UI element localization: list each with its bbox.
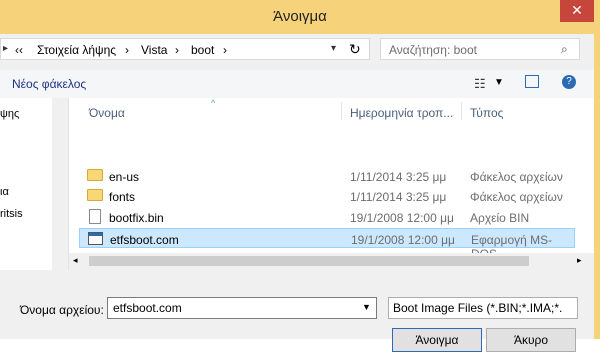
file-type-select[interactable]: Boot Image Files (*.BIN;*.IMA;*.	[388, 297, 578, 319]
filename-value: etfsboot.com	[113, 301, 182, 315]
sort-arrow-icon: ^	[211, 98, 216, 108]
close-button[interactable]: ✕	[560, 0, 594, 22]
help-icon[interactable]: ?	[562, 75, 576, 89]
new-folder-button[interactable]: Νέος φάκελος	[12, 77, 86, 91]
search-placeholder: Αναζήτηση: boot	[389, 43, 477, 57]
view-options-icon[interactable]: ☷	[474, 76, 486, 92]
column-type[interactable]: Τύπος	[470, 106, 503, 120]
folder-icon: ▸	[3, 43, 9, 54]
breadcrumb-segment[interactable]: Στοιχεία λήψης	[37, 43, 116, 57]
column-date[interactable]: Ημερομηνία τροπ...	[350, 106, 453, 120]
cancel-button[interactable]: Άκυρο	[486, 328, 576, 352]
breadcrumb-segment[interactable]: Vista	[141, 43, 167, 57]
bottom-panel: Όνομα αρχείου: etfsboot.com ▼ Boot Image…	[0, 270, 594, 352]
window-border	[594, 34, 600, 339]
open-button[interactable]: Άνοιγμα	[392, 328, 482, 352]
dialog-body: ▸ ‹‹ Στοιχεία λήψης › Vista › boot › ▾ ↻…	[0, 34, 594, 352]
chevron-down-icon[interactable]: ▼	[362, 302, 371, 312]
column-divider[interactable]	[461, 102, 462, 120]
horizontal-scrollbar[interactable]: ◂ ▸	[69, 253, 594, 269]
refresh-icon[interactable]: ↻	[349, 41, 361, 58]
folder-icon	[87, 169, 103, 181]
dialog-title: Άνοιγμα	[273, 8, 327, 25]
search-input[interactable]: Αναζήτηση: boot ⌕	[380, 38, 580, 60]
preview-pane-icon[interactable]	[525, 75, 539, 88]
column-name[interactable]: Όνομα	[89, 106, 125, 120]
open-dialog: Άνοιγμα ✕ ▸ ‹‹ Στοιχεία λήψης › Vista › …	[0, 0, 600, 352]
overflow-chevron-icon[interactable]: ‹‹	[15, 43, 23, 57]
breadcrumb-sep: ›	[175, 43, 179, 57]
breadcrumb-sep: ›	[125, 43, 129, 57]
search-icon: ⌕	[561, 42, 568, 56]
scrollbar-thumb[interactable]	[89, 256, 529, 266]
filename-label: Όνομα αρχείου:	[20, 303, 104, 317]
breadcrumb-segment[interactable]: boot	[191, 43, 214, 57]
file-list: Όνομα ^ Ημερομηνία τροπ... Τύπος en-us 1…	[69, 98, 594, 261]
app-icon	[88, 232, 103, 245]
list-item-selected[interactable]: etfsboot.com 19/1/2008 12:00 μμ Εφαρμογή…	[79, 228, 575, 261]
toolbar: Νέος φάκελος ☷ ▼ ?	[0, 70, 594, 98]
chevron-down-icon[interactable]: ▼	[494, 77, 504, 88]
nav-scrollbar[interactable]	[52, 98, 68, 288]
title-bar: Άνοιγμα ✕	[0, 0, 600, 34]
nav-item[interactable]: ritsis	[0, 208, 23, 220]
scroll-left-icon[interactable]: ◂	[73, 255, 78, 266]
nav-item[interactable]: ψης	[0, 108, 19, 120]
list-item[interactable]: fonts 1/11/2014 3:25 μμ Φάκελος αρχείων	[79, 186, 575, 206]
list-item[interactable]: en-us 1/11/2014 3:25 μμ Φάκελος αρχείων	[79, 166, 575, 186]
folder-icon	[87, 189, 103, 201]
file-icon	[89, 209, 101, 224]
breadcrumb-sep: ›	[223, 43, 227, 57]
scroll-right-icon[interactable]: ▸	[577, 255, 582, 266]
chevron-down-icon[interactable]: ▾	[331, 43, 336, 54]
nav-item[interactable]: ια	[0, 186, 9, 198]
list-header: Όνομα ^ Ημερομηνία τροπ... Τύπος	[69, 98, 594, 124]
column-divider[interactable]	[341, 102, 342, 120]
filename-field[interactable]: etfsboot.com ▼	[107, 297, 377, 319]
navigation-pane: ψης ια ritsis	[0, 98, 69, 288]
address-bar[interactable]: ▸ ‹‹ Στοιχεία λήψης › Vista › boot › ▾ ↻	[0, 38, 370, 60]
file-type-value: Boot Image Files (*.BIN;*.IMA;*.	[393, 301, 563, 315]
list-item[interactable]: bootfix.bin 19/1/2008 12:00 μμ Αρχείο BI…	[79, 207, 575, 227]
